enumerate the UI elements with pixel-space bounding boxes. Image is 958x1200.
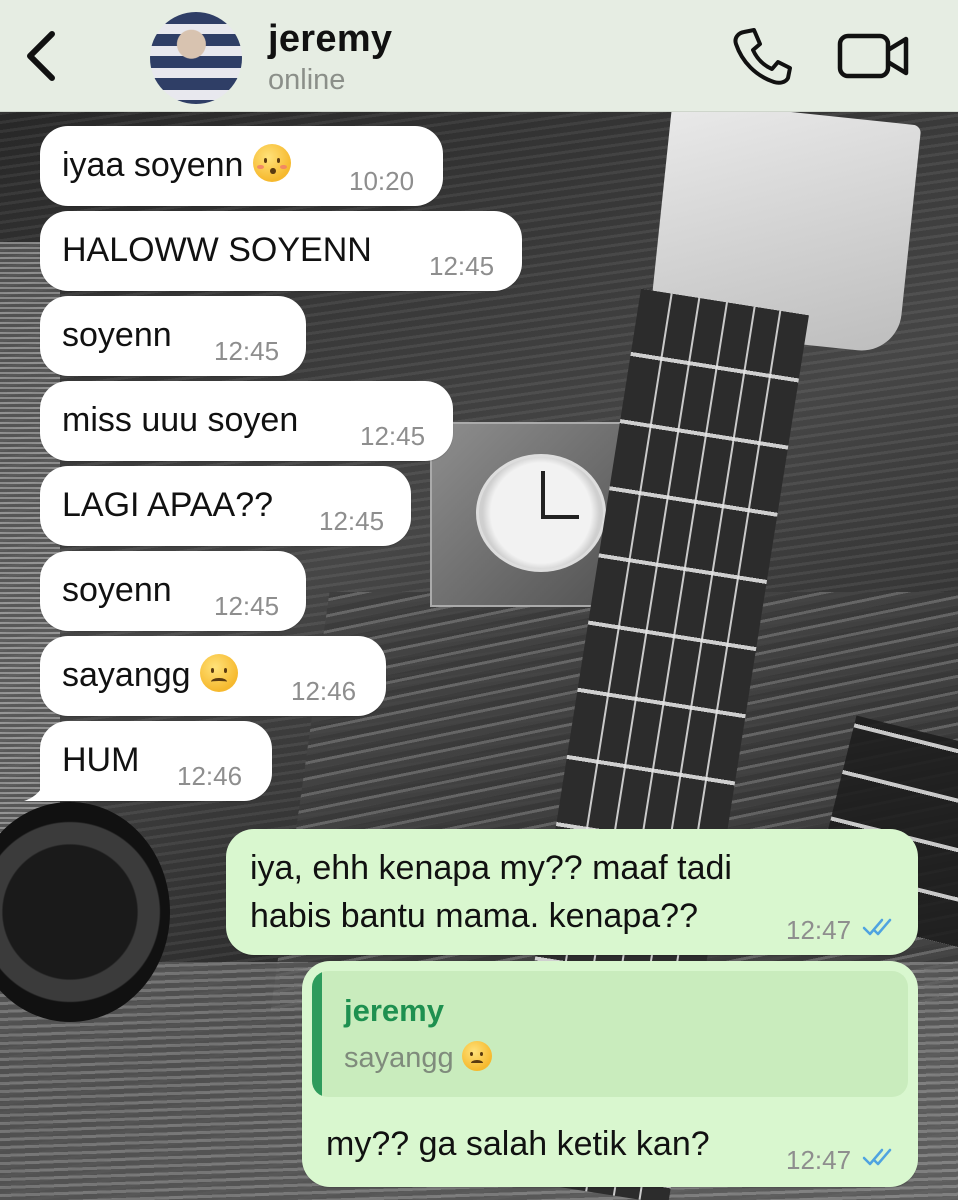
message-text: my?? ga salah ketik kan?	[326, 1125, 710, 1163]
message-time: 12:45	[360, 421, 426, 451]
contact-status: online	[268, 64, 346, 96]
quoted-reply-author: jeremy	[344, 993, 444, 1028]
message-text: HALOWW SOYENN	[62, 231, 372, 269]
message-time: 12:45	[214, 336, 280, 366]
message-text: iyaa soyenn	[62, 144, 291, 186]
double-check-read-icon	[862, 918, 892, 936]
message-bubble-outgoing[interactable]: iya, ehh kenapa my?? maaf tadi habis ban…	[226, 829, 918, 955]
kissing-face-emoji-icon	[252, 144, 291, 182]
message-time: 12:45	[429, 251, 495, 281]
back-button[interactable]	[16, 24, 72, 88]
message-bubble-outgoing[interactable]: jeremy sayangg my?? ga salah ketik kan? …	[302, 961, 918, 1187]
message-text: miss uuu soyen	[62, 401, 299, 439]
message-bubble-incoming[interactable]: soyenn 12:45	[40, 551, 306, 631]
message-text: HUM	[62, 741, 140, 779]
message-bubble-incoming[interactable]: soyenn 12:45	[40, 296, 306, 376]
video-camera-icon	[837, 33, 909, 79]
message-text: LAGI APAA??	[62, 486, 274, 524]
phone-icon	[733, 28, 792, 85]
message-bubble-incoming[interactable]: HALOWW SOYENN 12:45	[40, 211, 522, 291]
frowning-face-emoji-icon	[461, 1041, 492, 1071]
message-text: soyenn	[62, 571, 172, 609]
video-call-button[interactable]	[836, 26, 912, 86]
message-time: 12:47	[786, 1145, 852, 1175]
message-text: soyenn	[62, 316, 172, 354]
message-time: 12:47	[786, 915, 852, 945]
message-bubble-incoming[interactable]: miss uuu soyen 12:45	[40, 381, 453, 461]
message-bubble-incoming[interactable]: iyaa soyenn 10:20	[40, 126, 443, 206]
bubble-tail-icon	[24, 775, 54, 801]
message-bubble-incoming[interactable]: sayangg 12:46	[40, 636, 386, 716]
frowning-face-emoji-icon	[200, 654, 238, 692]
chevron-left-icon	[27, 31, 55, 81]
quoted-reply[interactable]: jeremy sayangg	[312, 971, 908, 1097]
message-text: sayangg	[62, 654, 238, 696]
message-text-line: habis bantu mama. kenapa??	[250, 897, 698, 935]
voice-call-button[interactable]	[730, 24, 794, 88]
message-bubble-incoming[interactable]: HUM 12:46	[24, 721, 272, 801]
message-time: 12:46	[177, 761, 243, 791]
clock-minute-hand	[541, 471, 545, 517]
message-time: 12:46	[291, 676, 357, 706]
message-time: 12:45	[214, 591, 280, 621]
contact-name[interactable]: jeremy	[268, 18, 392, 61]
message-bubble-incoming[interactable]: LAGI APAA?? 12:45	[40, 466, 411, 546]
chat-header: jeremy online	[0, 0, 958, 112]
message-text-line: iya, ehh kenapa my?? maaf tadi	[250, 849, 732, 887]
message-time: 12:45	[319, 506, 385, 536]
avatar[interactable]	[150, 12, 242, 104]
quoted-reply-text: sayangg	[344, 1041, 492, 1075]
double-check-read-icon	[862, 1148, 892, 1166]
quoted-reply-accent-bar	[312, 971, 322, 1097]
clock-face	[476, 454, 606, 572]
clock-hour-hand	[541, 515, 579, 519]
message-time: 10:20	[349, 166, 415, 196]
